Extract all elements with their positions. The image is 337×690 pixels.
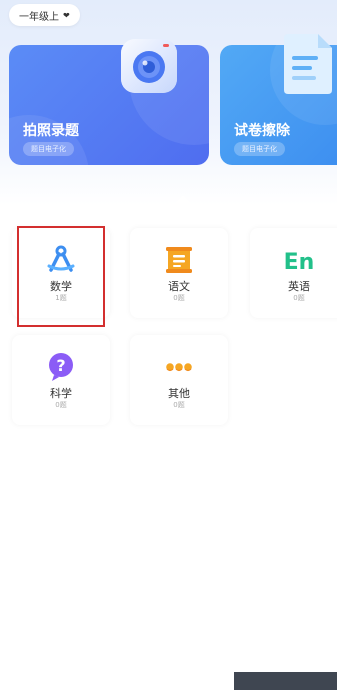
subject-name: 其他 <box>168 387 190 400</box>
photo-entry-title: 拍照录题 <box>23 123 79 139</box>
subject-other[interactable]: 其他 0题 <box>130 335 228 425</box>
subject-name: 数学 <box>50 280 72 293</box>
subject-count: 0题 <box>293 294 305 302</box>
photo-entry-badge: 题目电子化 <box>23 142 74 156</box>
question-icon: ? <box>49 353 73 381</box>
book-icon <box>166 247 192 273</box>
subject-count: 1题 <box>55 294 67 302</box>
erase-entry-title: 试卷擦除 <box>234 123 290 139</box>
subject-science[interactable]: ? 科学 0题 <box>12 335 110 425</box>
grade-label: 一年级上 <box>19 11 59 23</box>
bottom-bar <box>234 672 337 690</box>
subject-count: 0题 <box>173 401 185 409</box>
grade-selector[interactable]: 一年级上 ❤ <box>9 4 80 26</box>
compass-icon <box>47 245 75 272</box>
question-glyph: ? <box>56 356 65 375</box>
subject-name: 语文 <box>168 280 190 293</box>
camera-icon <box>121 39 177 93</box>
erase-entry-badge: 题目电子化 <box>234 142 285 156</box>
subject-name: 英语 <box>288 280 310 293</box>
subject-name: 科学 <box>50 387 72 400</box>
subject-chinese[interactable]: 语文 0题 <box>130 228 228 318</box>
subject-count: 0题 <box>173 294 185 302</box>
en-glyph: En <box>284 250 315 275</box>
dots-icon <box>166 363 192 372</box>
chevron-down-icon: ❤ <box>63 10 70 20</box>
subject-count: 0题 <box>55 401 67 409</box>
document-icon <box>284 34 332 94</box>
subject-math[interactable]: 数学 1题 <box>12 228 110 318</box>
subject-english[interactable]: En 英语 0题 <box>250 228 337 318</box>
en-icon: En <box>284 250 315 275</box>
